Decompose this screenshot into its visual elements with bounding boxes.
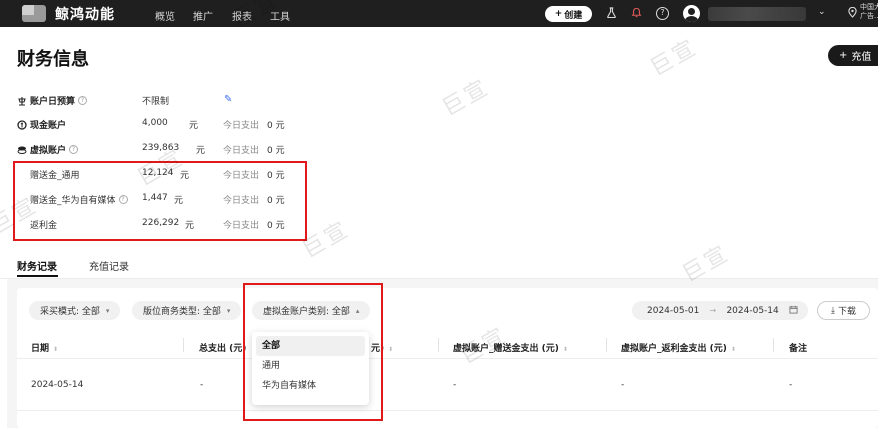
dropdown-option-general[interactable]: 通用: [256, 356, 365, 376]
tab-recharge-records[interactable]: 充值记录: [89, 258, 129, 273]
top-navigation-bar: 鲸鸿动能 概览 推广 报表 工具 + 创建 ? ⌄ 中国大 广告...: [0, 0, 878, 27]
column-divider: [606, 338, 607, 352]
region-selector[interactable]: 中国大 广告...: [860, 3, 878, 21]
watermark: 巨宣: [438, 74, 495, 122]
calendar-icon: [789, 305, 798, 317]
chevron-down-icon: ▾: [105, 306, 110, 315]
page-title: 财务信息: [17, 49, 89, 70]
account-row-cash: 现金账户 4,000 元 今日支出 0 元: [17, 118, 317, 132]
virtual-account-type-filter[interactable]: 虚拟金账户类别: 全部 ▴: [252, 301, 371, 320]
nav-overview[interactable]: 概览: [155, 8, 175, 23]
date-start: 2024-05-01: [647, 305, 700, 316]
plus-icon: +: [554, 9, 563, 19]
download-button[interactable]: ⤓ 下载: [817, 301, 870, 320]
help-icon[interactable]: ?: [69, 145, 79, 154]
arrow-right-icon: →: [709, 306, 717, 315]
bell-icon[interactable]: [630, 7, 643, 20]
coins-stack-icon: [17, 145, 27, 155]
account-row-daily-budget: 账户日预算 ? 不限制: [17, 94, 317, 108]
business-type-filter[interactable]: 版位商务类型: 全部 ▾: [132, 301, 242, 320]
chevron-down-icon: ▾: [226, 306, 231, 315]
sort-icon: ⬍: [53, 346, 59, 353]
sort-icon: ⬍: [730, 346, 736, 353]
chevron-down-icon[interactable]: ⌄: [818, 7, 826, 17]
brand-name: 鲸鸿动能: [55, 7, 115, 23]
sort-icon: ⬍: [388, 346, 394, 353]
virtual-account-type-dropdown: 全部 通用 华为自有媒体: [252, 332, 369, 405]
nav-reports[interactable]: 报表: [232, 8, 252, 23]
column-header-gift-spend[interactable]: 虚拟账户_赠送金支出 (元) ⬍: [453, 341, 568, 354]
recharge-button[interactable]: + 充值: [828, 45, 878, 66]
flask-icon[interactable]: [605, 7, 618, 20]
column-header-rebate-spend[interactable]: 虚拟账户_返利金支出 (元) ⬍: [621, 341, 736, 354]
column-header-partial[interactable]: 元) ⬍: [371, 341, 393, 354]
purchase-mode-filter[interactable]: 采买模式: 全部 ▾: [29, 301, 121, 320]
table-row-divider: [17, 410, 878, 411]
date-end: 2024-05-14: [726, 305, 779, 316]
help-icon[interactable]: ?: [656, 7, 669, 20]
create-button[interactable]: + 创建: [545, 6, 592, 22]
dropdown-option-all[interactable]: 全部: [256, 336, 365, 356]
watermark: 巨宣: [646, 34, 703, 82]
sort-icon: ⬍: [562, 346, 568, 353]
table-header-divider: [17, 358, 878, 359]
coin-icon: [17, 119, 27, 130]
logo-icon: [22, 5, 46, 22]
chevron-up-icon: ▴: [355, 306, 360, 315]
column-divider: [438, 338, 439, 352]
column-header-date[interactable]: 日期 ⬍: [31, 341, 58, 354]
budget-icon: [17, 96, 27, 106]
download-icon: ⤓: [831, 305, 835, 316]
account-row-gift-huawei: 赠送金_华为自有媒体 ? 1,447 元 今日支出 0 元: [30, 193, 285, 206]
tab-finance-records[interactable]: 财务记录: [17, 258, 58, 277]
column-divider: [773, 338, 774, 352]
avatar[interactable]: [683, 5, 700, 22]
dropdown-option-huawei-media[interactable]: 华为自有媒体: [256, 376, 365, 396]
account-row-rebate: 返利金 226,292 元 今日支出 0 元: [30, 218, 285, 231]
column-header-total[interactable]: 总支出 (元): [199, 341, 246, 354]
help-icon[interactable]: ?: [78, 96, 88, 105]
column-divider: [183, 338, 184, 352]
blurred-username: [708, 7, 806, 21]
location-icon: [848, 6, 857, 21]
column-header-notes[interactable]: 备注: [789, 341, 807, 354]
edit-icon[interactable]: ✎: [224, 94, 232, 105]
account-row-gift-general: 赠送金_通用 12,124 元 今日支出 0 元: [30, 168, 285, 181]
nav-promotion[interactable]: 推广: [193, 8, 213, 23]
account-row-virtual: 虚拟账户 ? 239,863 元 今日支出 0 元: [17, 143, 317, 157]
help-icon[interactable]: ?: [118, 195, 128, 204]
date-range-picker[interactable]: 2024-05-01 → 2024-05-14: [632, 301, 808, 320]
nav-tools[interactable]: 工具: [270, 8, 290, 23]
plus-icon: +: [839, 50, 848, 61]
